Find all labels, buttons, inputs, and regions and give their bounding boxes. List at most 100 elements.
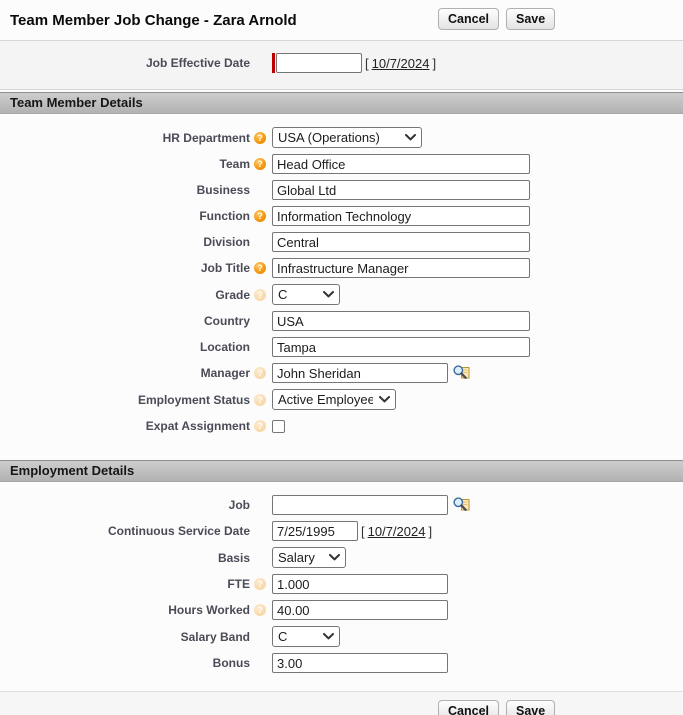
field-label: Manager [201,366,250,380]
selected-value: C [278,287,287,302]
field-label-group: Continuous Service Date [0,524,266,538]
fte-input[interactable] [272,574,448,594]
continuous-service-date-input[interactable] [272,521,358,541]
form-row: Division [0,232,683,252]
field-label-group: Bonus [0,656,266,670]
manager-lookup-button[interactable] [453,365,472,381]
required-bar [272,53,275,73]
chevron-down-icon [323,291,334,298]
field-label-group: Country [0,314,266,328]
field-label-group: Manager? [0,366,266,380]
field-control [272,258,530,278]
footer-bar: Cancel Save [0,691,683,715]
bracket-close: ] [428,524,432,539]
bracket-open: [ [365,56,369,71]
employment-status-select[interactable]: Active Employee [272,389,396,410]
field-label: Business [197,183,250,197]
field-label: Continuous Service Date [108,524,250,538]
field-control: Salary [272,547,346,568]
field-label: HR Department [163,131,250,145]
country-input[interactable] [272,311,530,331]
field-control [272,574,448,594]
field-label-group: Job Title? [0,261,266,275]
chevron-down-icon [405,134,416,141]
job-title-input[interactable] [272,258,530,278]
form-row: Business [0,180,683,200]
form-row: Expat Assignment? [0,416,683,436]
field-control [272,653,448,673]
manager-input[interactable] [272,363,448,383]
section-header-team-member-details: Team Member Details [0,92,683,114]
field-label-group: FTE? [0,577,266,591]
form-row: Employment Status?Active Employee [0,389,683,410]
field-label-group: Basis [0,551,266,565]
division-input[interactable] [272,232,530,252]
form-row: Bonus [0,653,683,673]
field-label: Grade [215,288,250,302]
field-label: Basis [218,551,250,565]
expat-assignment-checkbox[interactable] [272,420,285,433]
field-label-group: Grade? [0,288,266,302]
field-control: [10/7/2024] [272,521,435,541]
field-control: C [272,626,340,647]
field-control [272,154,530,174]
form-row: Job [0,495,683,515]
title-bar: Team Member Job Change - Zara Arnold Can… [0,0,683,41]
help-icon[interactable]: ? [254,262,266,274]
hours-worked-input[interactable] [272,600,448,620]
field-label: Expat Assignment [146,419,250,433]
field-label: Job [229,498,250,512]
job-lookup-button[interactable] [453,497,472,513]
help-icon[interactable]: ? [254,210,266,222]
today-date-link[interactable]: 10/7/2024 [372,56,430,71]
field-control [272,420,285,433]
section-title: Employment Details [0,463,134,478]
form-row: Job Effective Date [ 10/7/2024 ] [0,53,683,73]
field-label-group: Job Effective Date [0,56,266,70]
cancel-button[interactable]: Cancel [438,8,499,30]
salary-band-select[interactable]: C [272,626,340,647]
basis-select[interactable]: Salary [272,547,346,568]
form-row: Manager? [0,363,683,383]
help-icon: ? [254,367,266,379]
section-body-team-member-details: HR Department? USA (Operations) Team? Busin… [0,114,683,458]
save-button[interactable]: Save [506,700,555,715]
today-date-link[interactable]: 10/7/2024 [368,524,426,539]
field-label: Salary Band [181,630,250,644]
team-input[interactable] [272,154,530,174]
form-row: HR Department? USA (Operations) [0,127,683,148]
field-control [272,600,448,620]
field-label-group: HR Department? [0,131,266,145]
form-row: Job Title? [0,258,683,278]
help-icon[interactable]: ? [254,132,266,144]
field-label-group: Expat Assignment? [0,419,266,433]
save-button[interactable]: Save [506,8,555,30]
field-label: Hours Worked [168,603,250,617]
field-label: Country [204,314,250,328]
field-label: Employment Status [138,393,250,407]
help-icon: ? [254,604,266,616]
grade-select[interactable]: C [272,284,340,305]
field-label: Team [220,157,250,171]
hr-department-select[interactable]: USA (Operations) [272,127,422,148]
help-icon: ? [254,578,266,590]
job-input[interactable] [272,495,448,515]
field-control [272,206,530,226]
job-effective-date-input[interactable] [276,53,362,73]
top-button-group: Cancel Save [438,8,555,30]
bonus-input[interactable] [272,653,448,673]
cancel-button[interactable]: Cancel [438,700,499,715]
field-label: FTE [227,577,250,591]
form-row: Hours Worked? [0,600,683,620]
form-row: FTE? [0,574,683,594]
bottom-button-group: Cancel Save [0,692,683,715]
form-row: Basis Salary [0,547,683,568]
location-input[interactable] [272,337,530,357]
business-input[interactable] [272,180,530,200]
function-input[interactable] [272,206,530,226]
help-icon[interactable]: ? [254,158,266,170]
field-control [272,232,530,252]
form-row: Location [0,337,683,357]
field-control: C [272,284,340,305]
field-control: USA (Operations) [272,127,422,148]
